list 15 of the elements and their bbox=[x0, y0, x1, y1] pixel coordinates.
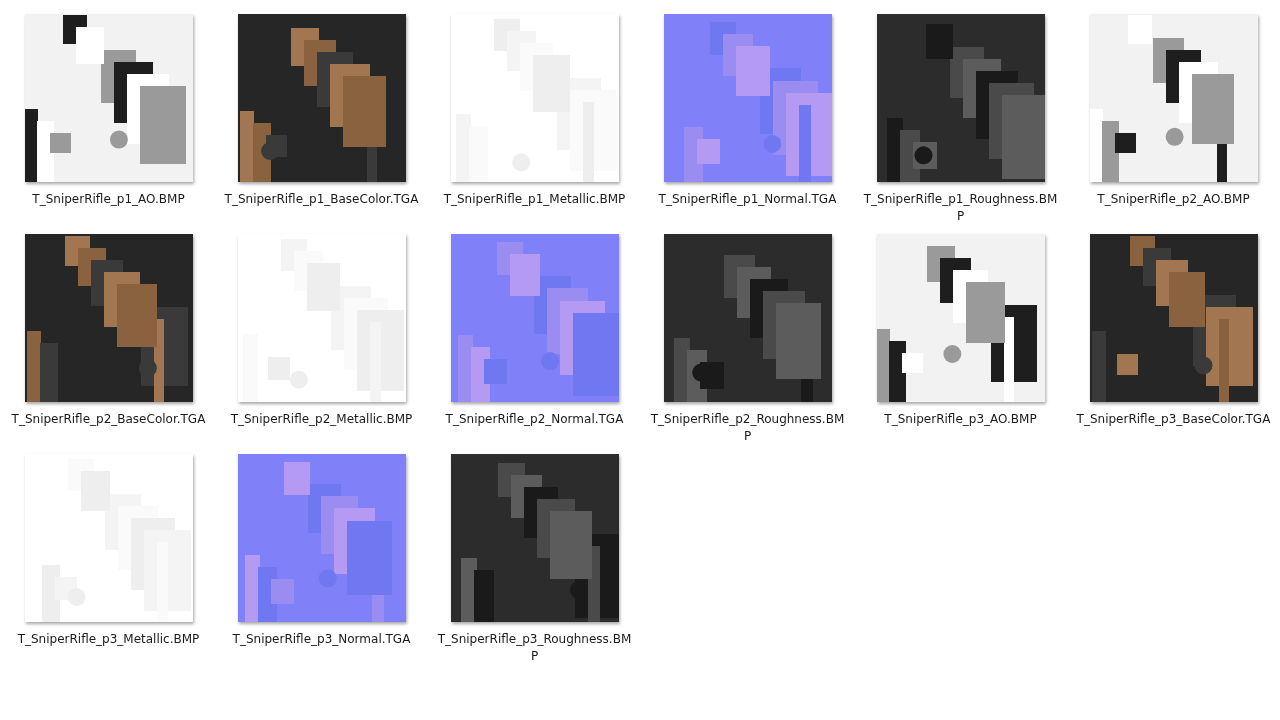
file-name[interactable]: T_SniperRifle_p2_Metallic.BMP bbox=[223, 411, 420, 428]
file-name[interactable]: T_SniperRifle_p1_Roughness.BMP bbox=[862, 191, 1059, 225]
file-name[interactable]: T_SniperRifle_p3_Roughness.BMP bbox=[436, 631, 633, 665]
file-name[interactable]: T_SniperRifle_p3_BaseColor.TGA bbox=[1075, 411, 1272, 428]
file-name[interactable]: T_SniperRifle_p2_Normal.TGA bbox=[436, 411, 633, 428]
file-name[interactable]: T_SniperRifle_p1_Metallic.BMP bbox=[436, 191, 633, 208]
file-name[interactable]: T_SniperRifle_p2_AO.BMP bbox=[1075, 191, 1272, 208]
file-name[interactable]: T_SniperRifle_p3_Normal.TGA bbox=[223, 631, 420, 648]
file-name[interactable]: T_SniperRifle_p3_AO.BMP bbox=[862, 411, 1059, 428]
file-name[interactable]: T_SniperRifle_p2_BaseColor.TGA bbox=[10, 411, 207, 428]
file-name[interactable]: T_SniperRifle_p1_Normal.TGA bbox=[649, 191, 846, 208]
file-name[interactable]: T_SniperRifle_p1_BaseColor.TGA bbox=[223, 191, 420, 208]
file-name[interactable]: T_SniperRifle_p3_Metallic.BMP bbox=[10, 631, 207, 648]
file-name[interactable]: T_SniperRifle_p2_Roughness.BMP bbox=[649, 411, 846, 445]
file-name[interactable]: T_SniperRifle_p1_AO.BMP bbox=[10, 191, 207, 208]
